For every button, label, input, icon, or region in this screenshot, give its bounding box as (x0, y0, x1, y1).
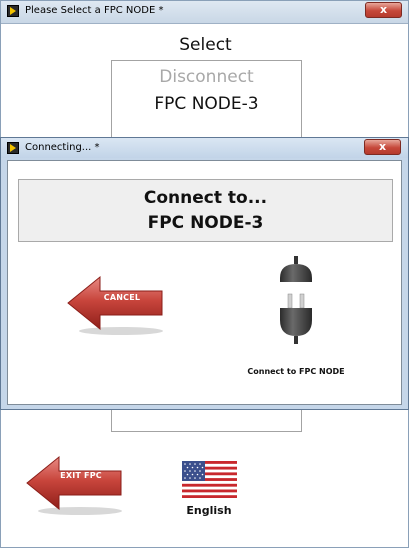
main-window-title: Please Select a FPC NODE * (25, 5, 164, 16)
list-item-fpc-node-3[interactable]: FPC NODE-3 (112, 94, 301, 114)
main-window-close-button[interactable]: x (365, 2, 402, 18)
list-item-disconnect[interactable]: Disconnect (112, 67, 301, 87)
exit-fpc-label: EXIT FPC (60, 471, 102, 480)
dialog-close-button[interactable]: x (364, 139, 401, 155)
us-flag-icon[interactable] (182, 461, 237, 498)
connect-message-line1: Connect to... (143, 188, 268, 208)
connecting-dialog: Connecting... * x Connect to... FPC NODE… (0, 137, 409, 410)
language-label: English (186, 504, 232, 517)
labview-run-icon (7, 5, 19, 17)
connect-message-box: Connect to... FPC NODE-3 (18, 179, 393, 242)
connect-message-node: FPC NODE-3 (147, 213, 264, 233)
exit-fpc-button[interactable] (25, 453, 125, 515)
cancel-label: CANCEL (103, 293, 141, 302)
dialog-body: Connect to... FPC NODE-3 CANCEL Connect … (7, 160, 402, 405)
cancel-button[interactable] (66, 273, 166, 335)
main-window-titlebar[interactable]: Please Select a FPC NODE * x (1, 1, 408, 24)
plug-connector-icon (280, 256, 312, 344)
dialog-title: Connecting... * (25, 142, 100, 153)
connect-to-node-label: Connect to FPC NODE (247, 367, 345, 376)
dialog-titlebar[interactable]: Connecting... * x (1, 138, 408, 158)
select-heading: Select (179, 35, 232, 55)
labview-run-icon (7, 142, 19, 154)
